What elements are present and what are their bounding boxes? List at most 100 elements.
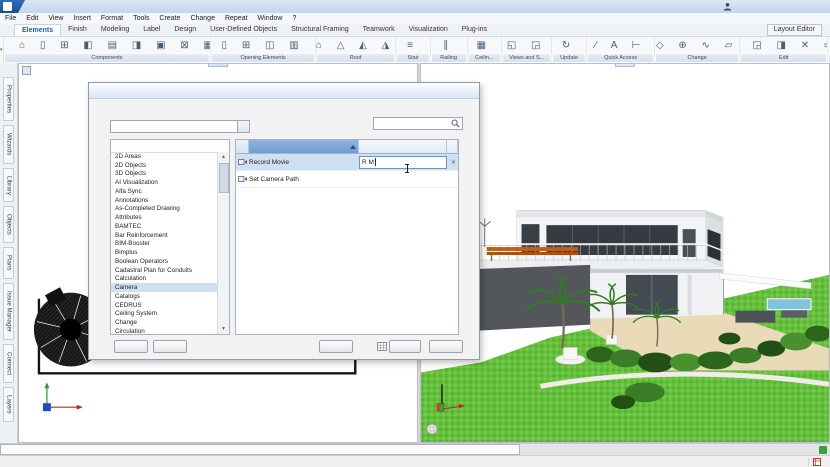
task-area-item[interactable]: AI Visualization: [111, 178, 218, 187]
sidebar-palette-tab[interactable]: Wizards: [3, 125, 13, 163]
scrollbar-thumb[interactable]: [219, 163, 229, 193]
ribbon-tool-icons[interactable]: ◫ ⌂ ▯ ⊞ ◧ ▤ ◨ ▣ ⊠ ▦: [4, 37, 211, 53]
chevron-down-icon[interactable]: [237, 121, 249, 132]
task-area-item[interactable]: Attributes: [111, 213, 218, 222]
ribbon-tab[interactable]: Plug-ins: [455, 24, 494, 36]
task-area-item[interactable]: Catalogs: [111, 292, 218, 301]
ribbon-tool-icons[interactable]: ▦: [468, 37, 501, 53]
task-area-item[interactable]: 3D Objects: [111, 170, 218, 179]
plus-icon[interactable]: [819, 446, 827, 454]
menu-item[interactable]: ?: [287, 15, 301, 22]
ribbon-group-label: Edit: [740, 53, 828, 63]
clear-shortcut-icon[interactable]: ✕: [451, 159, 456, 166]
sidebar-palette-tab[interactable]: Issue Manager: [3, 283, 13, 340]
task-area-item[interactable]: BAMTEC: [111, 222, 218, 231]
ribbon-group: ◧ ⊞ ◲ ◨ ✕ ▭ ⊟ Edit: [740, 37, 829, 63]
task-area-item[interactable]: CEDRUS: [111, 301, 218, 310]
shortcuts-column-header[interactable]: [359, 140, 447, 153]
ribbon-tool-icons[interactable]: ✎ ◇ ⊕ ∿ ▱ ⊗: [655, 37, 739, 53]
ribbon-group-label: Stair: [396, 53, 429, 63]
menu-item[interactable]: Edit: [21, 15, 43, 22]
ribbon-tool-icons[interactable]: ∥: [431, 37, 467, 53]
task-area-item[interactable]: Annotations: [111, 196, 218, 205]
export-button[interactable]: [114, 340, 148, 353]
ribbon-tab[interactable]: Label: [136, 24, 167, 36]
ribbon-tab[interactable]: User-Defined Objects: [203, 24, 284, 36]
keyboard-grid-icon[interactable]: [377, 342, 387, 351]
ribbon-tool-icons[interactable]: ⌂ △ ◭ ◮: [316, 37, 396, 53]
task-area-item[interactable]: Bar Reinforcement: [111, 231, 218, 240]
cancel-button[interactable]: [429, 340, 463, 353]
task-area-item[interactable]: Circulation: [111, 327, 218, 334]
sidebar-palette-tab[interactable]: Layers: [3, 387, 13, 422]
ribbon-tab[interactable]: Visualization: [402, 24, 455, 36]
perspective-viewport-tab[interactable]: [615, 64, 635, 67]
table-row[interactable]: Record Movie R M ✕: [236, 154, 458, 171]
task-area-item[interactable]: 2D Areas: [111, 152, 218, 161]
perspective-viewport[interactable]: [420, 63, 830, 443]
ribbon-tool-icons[interactable]: ◱ ◲: [502, 37, 551, 53]
sidebar-palette-tab[interactable]: Objects: [3, 206, 13, 243]
task-area-item[interactable]: Ceiling System: [111, 310, 218, 319]
ribbon-group-label: Change: [655, 53, 739, 63]
ribbon-tab[interactable]: Finish: [61, 24, 94, 36]
menu-item[interactable]: Create: [154, 15, 185, 22]
task-area-item[interactable]: Camera: [111, 283, 218, 292]
menu-item[interactable]: Insert: [68, 15, 96, 22]
clear-button[interactable]: [319, 340, 353, 353]
ribbon-tool-icons[interactable]: ∕ A ⊢: [587, 37, 655, 53]
ribbon-tool-icons[interactable]: ▯ ⊞ ◫ ▥: [211, 37, 314, 53]
menu-item[interactable]: Format: [96, 15, 128, 22]
user-icon[interactable]: [723, 2, 732, 11]
scrollbar[interactable]: ▲ ▼: [217, 152, 229, 334]
shortcut-input[interactable]: R M: [359, 156, 447, 169]
task-area-item[interactable]: Bimplus: [111, 248, 218, 257]
ok-button[interactable]: [389, 340, 421, 353]
menu-item[interactable]: Change: [185, 15, 220, 22]
table-row[interactable]: Set Camera Path ✕: [236, 171, 458, 188]
sort-ascending-icon: [350, 145, 356, 149]
ribbon-tool-icons[interactable]: ↻: [552, 37, 585, 53]
shortcut-set-dropdown[interactable]: [110, 120, 250, 133]
task-area-item[interactable]: BIM-Booster: [111, 240, 218, 249]
menu-item[interactable]: View: [43, 15, 68, 22]
ribbon-tab[interactable]: Layout Editor: [767, 24, 822, 36]
sidebar-palette-tab[interactable]: Plans: [3, 247, 13, 278]
house-rendering: [421, 64, 829, 442]
scroll-up-icon[interactable]: ▲: [218, 152, 229, 162]
task-area-item[interactable]: Boolean Operators: [111, 257, 218, 266]
menu-item[interactable]: File: [0, 15, 21, 22]
shortcut-cell[interactable]: [359, 171, 447, 187]
plan-viewport-tab[interactable]: [208, 64, 228, 67]
icon-column-header[interactable]: [236, 140, 249, 153]
sidebar-palette-tab[interactable]: Library: [3, 168, 13, 203]
task-area-item[interactable]: Alfa Sync: [111, 187, 218, 196]
ribbon-tool-icons[interactable]: ◧ ⊞ ◲ ◨ ✕ ▭ ⊟: [740, 37, 828, 53]
ribbon-tab[interactable]: Design: [167, 24, 203, 36]
menu-item[interactable]: Window: [253, 15, 288, 22]
shortcut-search[interactable]: [373, 117, 463, 130]
import-button[interactable]: [153, 340, 187, 353]
menu-item[interactable]: Repeat: [220, 15, 253, 22]
scroll-down-icon[interactable]: ▼: [218, 324, 229, 334]
shortcut-cell[interactable]: R M: [359, 154, 447, 170]
task-area-item[interactable]: As-Completed Drawing: [111, 205, 218, 214]
task-area-item[interactable]: Cadastral Plan for Conduits: [111, 266, 218, 275]
dialog-title-bar[interactable]: [89, 83, 479, 99]
ribbon-tab[interactable]: Teamwork: [356, 24, 402, 36]
task-area-item[interactable]: Change: [111, 318, 218, 327]
notifications[interactable]: [808, 458, 830, 466]
tools-column-header[interactable]: [249, 140, 359, 153]
search-icon[interactable]: [451, 119, 460, 128]
search-input[interactable]: [374, 120, 451, 127]
ribbon-tab[interactable]: Structural Framing: [284, 24, 356, 36]
ribbon-tab[interactable]: Modeling: [94, 24, 136, 36]
menu-item[interactable]: Tools: [128, 15, 154, 22]
sidebar-palette-tab[interactable]: Connect: [3, 344, 13, 383]
ribbon-tool-icons[interactable]: ≡: [396, 37, 429, 53]
sidebar-palette-tab[interactable]: Properties: [3, 77, 13, 121]
ribbon-tab[interactable]: Elements: [14, 24, 61, 36]
task-area-item[interactable]: Calculation: [111, 275, 218, 284]
prompt-text: [0, 444, 520, 455]
task-area-item[interactable]: 2D Objects: [111, 161, 218, 170]
